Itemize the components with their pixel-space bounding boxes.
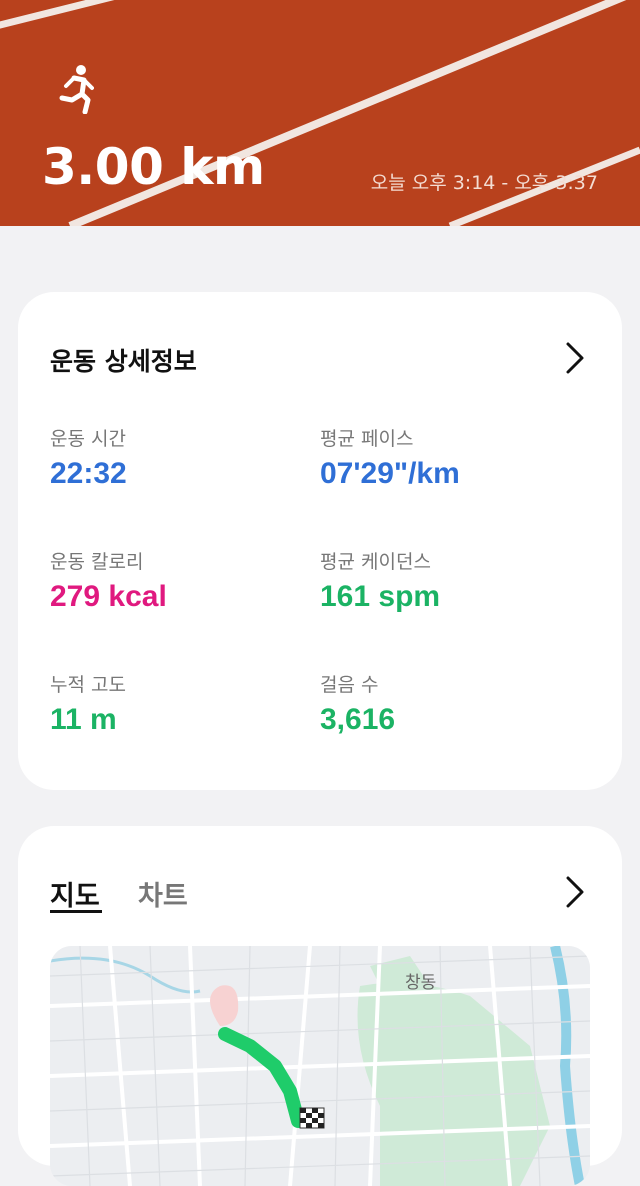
route-map[interactable]: 창동 <box>50 946 590 1186</box>
metric-calories: 운동 칼로리 279 kcal <box>50 547 167 614</box>
workout-time-range: 오늘 오후 3:14 - 오후 3:37 <box>370 172 598 194</box>
active-tab-indicator <box>50 910 102 913</box>
finish-flag-icon <box>299 1107 325 1129</box>
metric-label: 운동 시간 <box>50 428 126 450</box>
metric-label: 운동 칼로리 <box>50 551 144 573</box>
metric-value: 07'29"/km <box>320 457 460 490</box>
running-person-icon <box>59 65 94 114</box>
tab-map[interactable]: 지도 <box>50 874 100 913</box>
workout-details-card[interactable]: 운동 상세정보 운동 시간 22:32 평균 페이스 07'29"/km 운동 … <box>18 292 622 790</box>
metric-value: 3,616 <box>320 703 396 736</box>
metric-label: 걸음 수 <box>320 674 379 696</box>
map-canvas <box>50 946 590 1186</box>
metric-value: 279 kcal <box>50 580 167 613</box>
metric-label: 평균 페이스 <box>320 428 414 450</box>
chevron-right-icon[interactable] <box>564 340 586 376</box>
metric-value: 161 spm <box>320 580 441 613</box>
metric-value: 22:32 <box>50 457 127 490</box>
metric-avg-cadence: 평균 케이던스 161 spm <box>320 547 440 614</box>
metric-value: 11 m <box>50 703 117 736</box>
chevron-right-icon[interactable] <box>564 874 586 910</box>
tab-chart[interactable]: 차트 <box>138 874 188 913</box>
map-chart-card: 지도 차트 창동 <box>18 826 622 1186</box>
metric-label: 누적 고도 <box>50 674 126 696</box>
metric-avg-pace: 평균 페이스 07'29"/km <box>320 424 460 491</box>
metric-steps: 걸음 수 3,616 <box>320 670 395 737</box>
metric-elevation: 누적 고도 11 m <box>50 670 126 737</box>
map-place-label: 창동 <box>405 973 437 993</box>
metric-label: 평균 케이던스 <box>320 551 431 573</box>
workout-header: 3.00 km 오늘 오후 3:14 - 오후 3:37 <box>0 0 640 226</box>
metric-duration: 운동 시간 22:32 <box>50 424 127 491</box>
distance-value: 3.00 km <box>42 138 265 196</box>
details-title: 운동 상세정보 <box>50 347 197 376</box>
